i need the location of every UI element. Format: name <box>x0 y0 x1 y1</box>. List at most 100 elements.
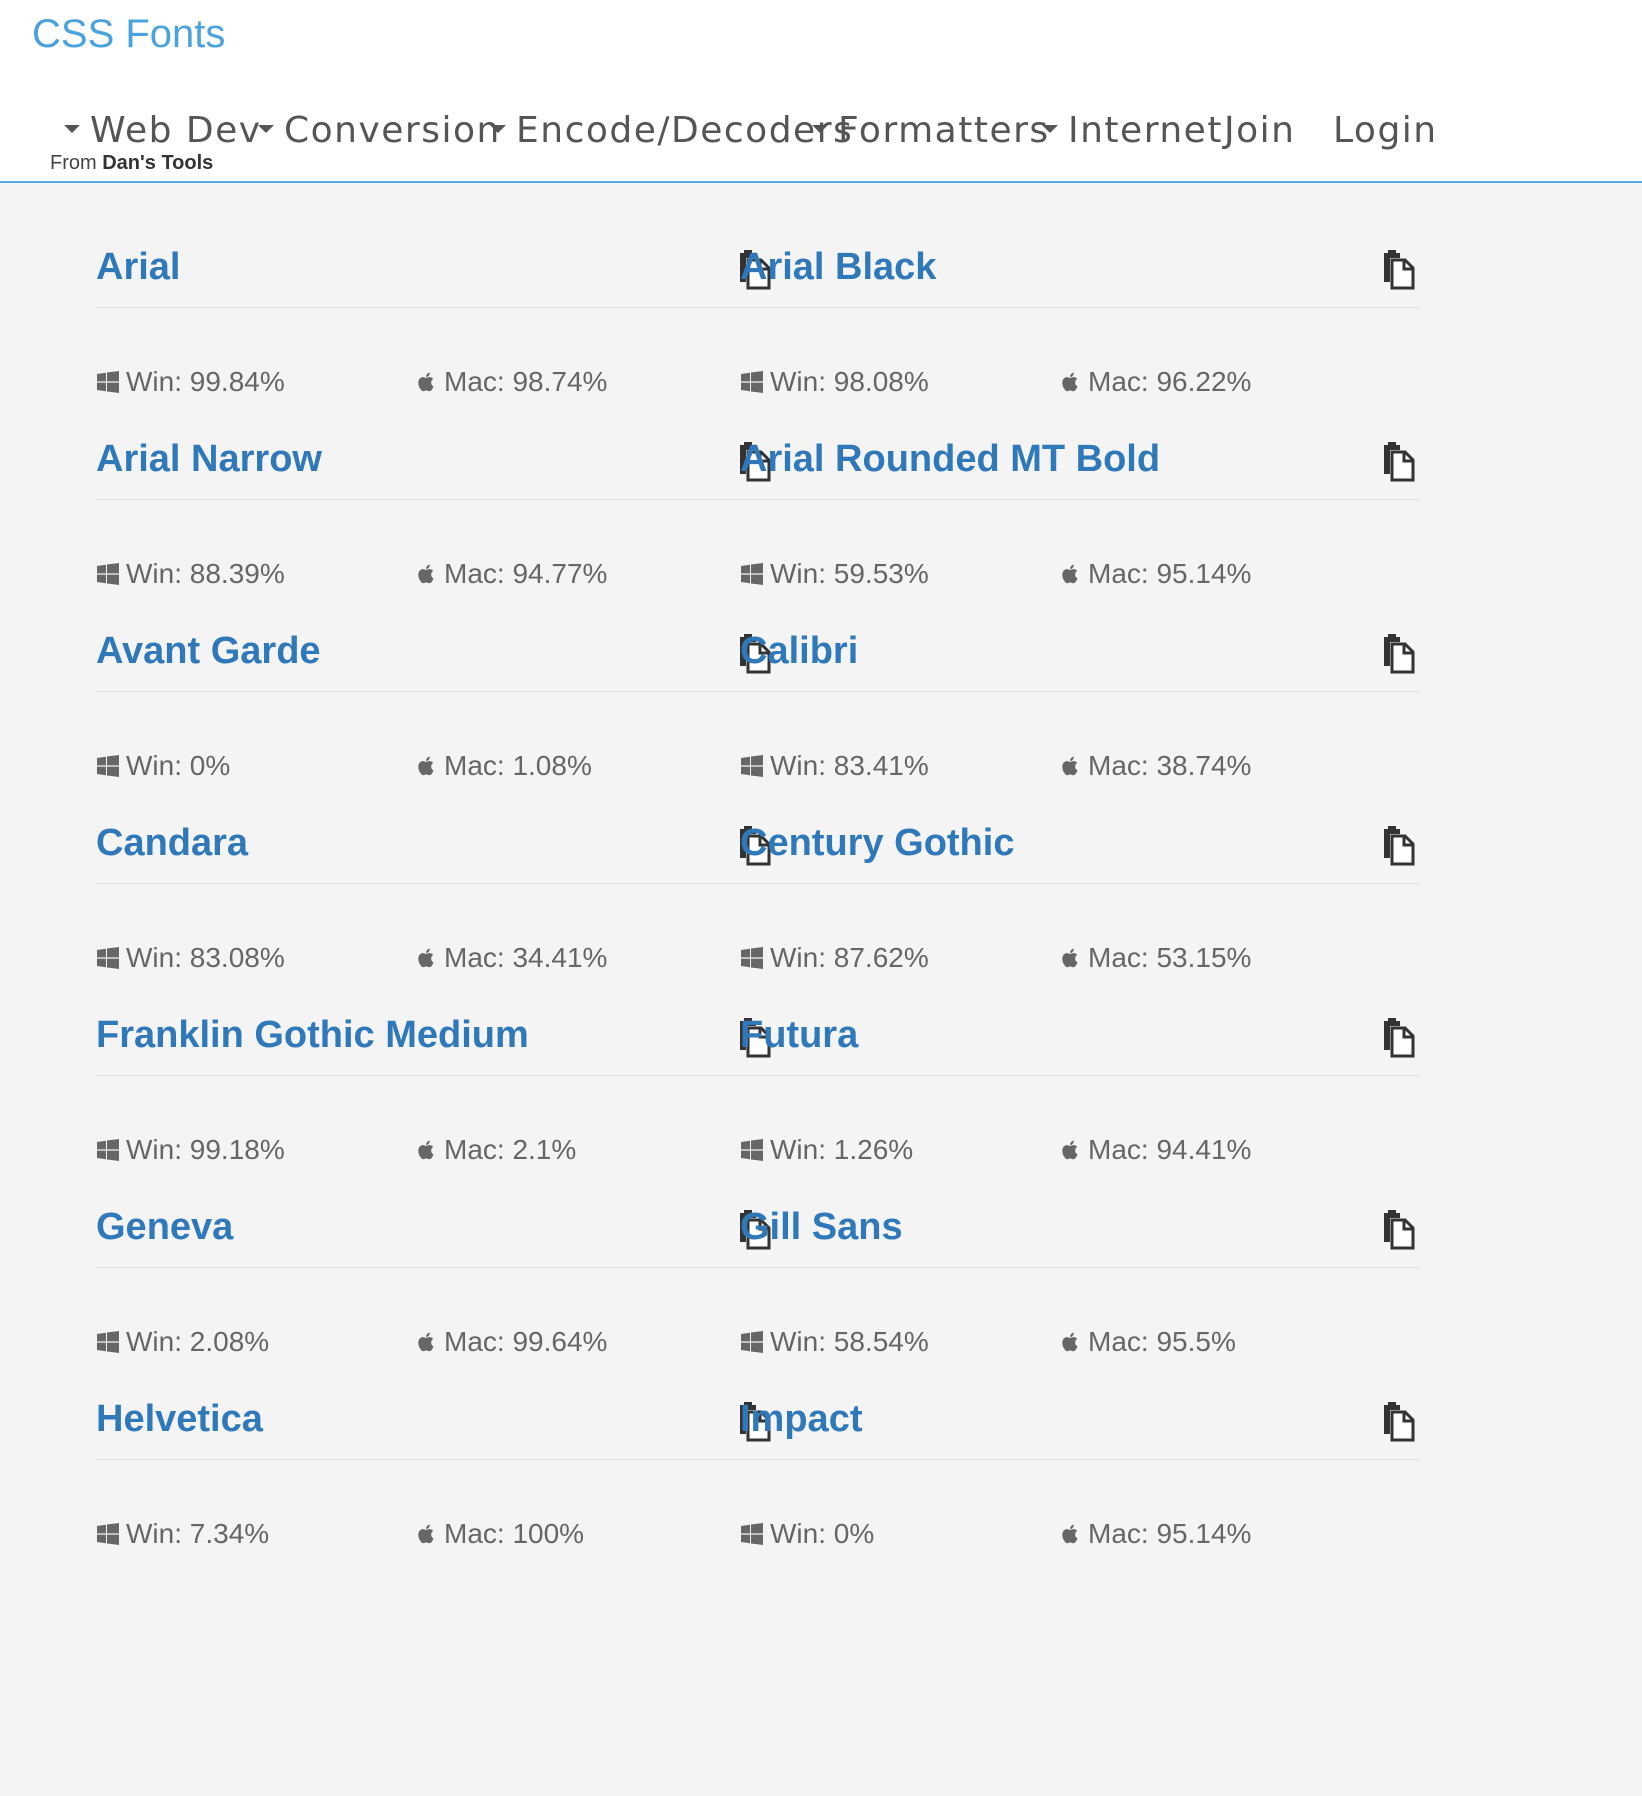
windows-usage: Win: 59.53% <box>740 558 929 590</box>
mac-usage-value: Mac: 99.64% <box>444 1326 608 1357</box>
nav-join[interactable]: Join <box>1224 110 1295 151</box>
font-card: Calibri Win: 83.41% Mac: 38.74% <box>740 630 1420 830</box>
windows-usage: Win: 98.08% <box>740 366 929 398</box>
nav-login[interactable]: Login <box>1333 110 1438 151</box>
apple-icon <box>416 370 438 394</box>
windows-icon <box>96 946 120 970</box>
from-dans-tools[interactable]: From Dan's Tools <box>50 152 213 175</box>
copy-icon[interactable] <box>1380 634 1416 674</box>
mac-usage: Mac: 95.5% <box>1060 1326 1236 1358</box>
mac-usage: Mac: 95.14% <box>1060 558 1251 590</box>
site-title[interactable]: CSS Fonts <box>32 12 225 57</box>
nav-web-dev[interactable]: Web Dev <box>64 110 262 151</box>
divider <box>96 1267 776 1268</box>
mac-usage: Mac: 98.74% <box>416 366 607 398</box>
copy-icon[interactable] <box>1380 1210 1416 1250</box>
divider <box>740 691 1420 692</box>
mac-usage: Mac: 94.41% <box>1060 1134 1251 1166</box>
font-card: Franklin Gothic Medium Win: 99.18% Mac: 2.… <box>96 1014 776 1214</box>
font-name[interactable]: Impact <box>740 1398 862 1441</box>
mac-usage-value: Mac: 95.14% <box>1088 1518 1252 1549</box>
mac-usage-value: Mac: 96.22% <box>1088 366 1252 397</box>
font-name[interactable]: Geneva <box>96 1206 233 1249</box>
mac-usage-value: Mac: 1.08% <box>444 750 592 781</box>
font-name[interactable]: Franklin Gothic Medium <box>96 1014 529 1057</box>
copy-icon[interactable] <box>1380 250 1416 290</box>
font-name[interactable]: Helvetica <box>96 1398 263 1441</box>
nav-label: Formatters <box>838 110 1050 151</box>
font-name[interactable]: Arial Rounded MT Bold <box>740 438 1160 481</box>
windows-usage-value: Win: 2.08% <box>126 1326 270 1357</box>
copy-icon[interactable] <box>1380 442 1416 482</box>
mac-usage: Mac: 95.14% <box>1060 1518 1251 1550</box>
font-name[interactable]: Calibri <box>740 630 858 673</box>
windows-usage-value: Win: 83.08% <box>126 942 285 973</box>
font-card: Gill Sans Win: 58.54% Mac: 95.5% <box>740 1206 1420 1406</box>
windows-usage: Win: 99.18% <box>96 1134 285 1166</box>
windows-usage-value: Win: 59.53% <box>770 558 929 589</box>
windows-icon <box>740 1330 764 1354</box>
apple-icon <box>416 754 438 778</box>
copy-icon[interactable] <box>1380 826 1416 866</box>
font-name[interactable]: Arial Narrow <box>96 438 322 481</box>
windows-usage-value: Win: 0% <box>770 1518 875 1549</box>
nav-formatters[interactable]: Formatters <box>812 110 1050 151</box>
font-card: Arial Black Win: 98.08% Mac: 96.22% <box>740 246 1420 446</box>
windows-usage: Win: 99.84% <box>96 366 285 398</box>
nav-label: Web Dev <box>90 110 262 151</box>
sub-note-prefix: From <box>50 152 97 174</box>
font-name[interactable]: Gill Sans <box>740 1206 903 1249</box>
windows-usage: Win: 83.08% <box>96 942 285 974</box>
font-card: Futura Win: 1.26% Mac: 94.41% <box>740 1014 1420 1214</box>
apple-icon <box>416 562 438 586</box>
nav-internet[interactable]: Internet <box>1042 110 1223 151</box>
apple-icon <box>1060 370 1082 394</box>
font-name[interactable]: Avant Garde <box>96 630 321 673</box>
apple-icon <box>1060 1138 1082 1162</box>
nav-conversion[interactable]: Conversion <box>258 110 501 151</box>
windows-icon <box>740 562 764 586</box>
copy-icon[interactable] <box>1380 1018 1416 1058</box>
apple-icon <box>1060 1330 1082 1354</box>
nav-label: Login <box>1333 110 1438 151</box>
mac-usage: Mac: 100% <box>416 1518 584 1550</box>
nav-encode-decoders[interactable]: Encode/Decoders <box>490 110 853 151</box>
font-name[interactable]: Arial Black <box>740 246 936 289</box>
windows-usage: Win: 58.54% <box>740 1326 929 1358</box>
windows-icon <box>96 754 120 778</box>
mac-usage-value: Mac: 94.77% <box>444 558 608 589</box>
windows-usage-value: Win: 88.39% <box>126 558 285 589</box>
divider <box>740 1075 1420 1076</box>
windows-usage-value: Win: 7.34% <box>126 1518 270 1549</box>
windows-icon <box>96 370 120 394</box>
windows-usage: Win: 1.26% <box>740 1134 913 1166</box>
mac-usage: Mac: 53.15% <box>1060 942 1251 974</box>
font-card: Arial Win: 99.84% Mac: 98.74% <box>96 246 776 446</box>
divider <box>96 307 776 308</box>
apple-icon <box>416 1138 438 1162</box>
font-name[interactable]: Futura <box>740 1014 858 1057</box>
divider <box>96 499 776 500</box>
copy-icon[interactable] <box>1380 1402 1416 1442</box>
windows-usage: Win: 0% <box>740 1518 874 1550</box>
windows-usage-value: Win: 83.41% <box>770 750 929 781</box>
nav-label: Internet <box>1068 110 1223 151</box>
mac-usage-value: Mac: 38.74% <box>1088 750 1252 781</box>
apple-icon <box>1060 946 1082 970</box>
mac-usage-value: Mac: 94.41% <box>1088 1134 1252 1165</box>
mac-usage: Mac: 2.1% <box>416 1134 576 1166</box>
apple-icon <box>1060 562 1082 586</box>
mac-usage: Mac: 1.08% <box>416 750 592 782</box>
apple-icon <box>416 1522 438 1546</box>
mac-usage: Mac: 34.41% <box>416 942 607 974</box>
caret-down-icon <box>1042 125 1058 133</box>
font-name[interactable]: Century Gothic <box>740 822 1014 865</box>
font-name[interactable]: Candara <box>96 822 248 865</box>
apple-icon <box>416 946 438 970</box>
mac-usage-value: Mac: 95.5% <box>1088 1326 1236 1357</box>
font-card: Candara Win: 83.08% Mac: 34.41% <box>96 822 776 1022</box>
windows-icon <box>96 1522 120 1546</box>
windows-usage-value: Win: 0% <box>126 750 231 781</box>
font-name[interactable]: Arial <box>96 246 180 289</box>
apple-icon <box>416 1330 438 1354</box>
